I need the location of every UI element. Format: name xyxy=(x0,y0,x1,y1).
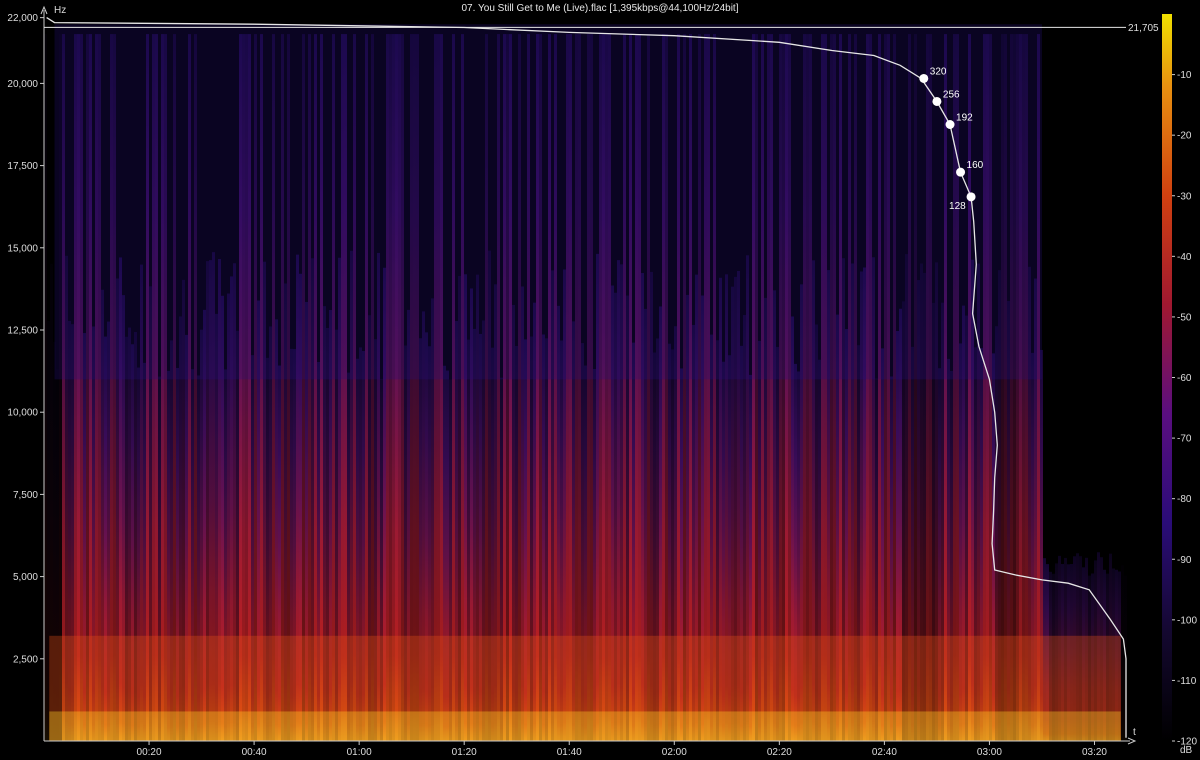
low-frequency-band xyxy=(49,711,1121,741)
y-tick-label: 2,500 xyxy=(13,654,38,665)
spectrogram-chart: Hz t 2,500 5,000 7,500 10,000 12,500 15,000 17,5… xyxy=(7,5,1197,758)
x-tick-label: 01:40 xyxy=(557,747,582,758)
colorbar-unit-label: dB xyxy=(1180,745,1193,756)
bitrate-marker-label: 160 xyxy=(967,160,984,171)
cutoff-label: 21,705 xyxy=(1128,23,1159,34)
bitrate-marker-label: 320 xyxy=(930,66,947,77)
y-tick-label: 10,000 xyxy=(7,408,38,419)
colorbar-tick-label: -80 xyxy=(1177,494,1192,505)
colorbar-gradient xyxy=(1162,14,1172,741)
plot-area xyxy=(44,16,1127,742)
x-tick-label: 02:00 xyxy=(662,747,687,758)
colorbar-tick-label: -10 xyxy=(1177,70,1192,81)
x-tick-label: 00:40 xyxy=(242,747,267,758)
y-tick-label: 5,000 xyxy=(13,572,38,583)
x-tick-label: 01:20 xyxy=(452,747,477,758)
colorbar-tick-label: -70 xyxy=(1177,434,1192,445)
bitrate-marker-160 xyxy=(956,167,966,177)
colorbar-tick-label: -100 xyxy=(1177,615,1197,626)
y-tick-label: 20,000 xyxy=(7,79,38,90)
colorbar-tick-label: -40 xyxy=(1177,252,1192,263)
bitrate-marker-label: 256 xyxy=(943,89,960,100)
colorbar-tick-label: -30 xyxy=(1177,191,1192,202)
x-tick-label: 01:00 xyxy=(347,747,372,758)
bitrate-marker-320 xyxy=(919,73,929,83)
colorbar-tick-label: -90 xyxy=(1177,555,1192,566)
spectrogram-window: 07. You Still Get to Me (Live).flac [1,3… xyxy=(0,0,1200,760)
y-tick-label: 15,000 xyxy=(7,243,38,254)
x-tick-label: 03:00 xyxy=(977,747,1002,758)
colorbar: -10-20-30-40-50-60-70-80-90-100-110-120d… xyxy=(1162,14,1197,756)
x-tick-label: 02:20 xyxy=(767,747,792,758)
bitrate-marker-256 xyxy=(932,96,942,106)
y-tick-label: 17,500 xyxy=(7,161,38,172)
colorbar-tick-label: -20 xyxy=(1177,131,1192,142)
y-tick-label: 7,500 xyxy=(13,490,38,501)
y-axis-label: Hz xyxy=(54,5,66,16)
y-tick-label: 22,000 xyxy=(7,13,38,24)
x-axis-label: t xyxy=(1133,727,1136,738)
colorbar-tick-label: -60 xyxy=(1177,373,1192,384)
mid-frequency-band xyxy=(49,635,1121,712)
bitrate-marker-label: 128 xyxy=(949,201,966,212)
spectrogram-column xyxy=(1121,565,1124,741)
spectrogram-haze xyxy=(54,24,1042,380)
x-tick-label: 02:40 xyxy=(872,747,897,758)
bitrate-marker-128 xyxy=(966,192,976,202)
colorbar-tick-label: -110 xyxy=(1177,676,1197,687)
bitrate-marker-label: 192 xyxy=(956,113,973,124)
bitrate-marker-192 xyxy=(945,120,955,130)
x-tick-label: 00:20 xyxy=(137,747,162,758)
y-tick-label: 12,500 xyxy=(7,326,38,337)
colorbar-tick-label: -50 xyxy=(1177,312,1192,323)
x-tick-label: 03:20 xyxy=(1082,747,1107,758)
